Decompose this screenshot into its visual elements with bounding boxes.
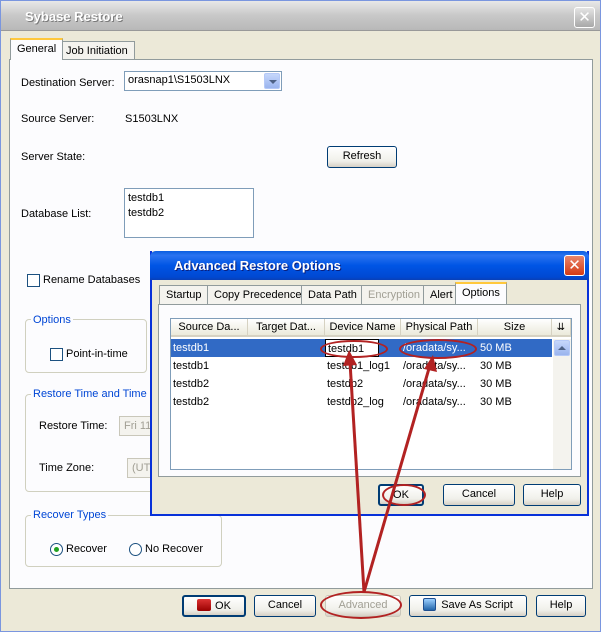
arrowhead-physical-path	[424, 355, 437, 372]
tab-options[interactable]: Options	[455, 282, 507, 304]
annotation-arrow-to-device-name	[348, 361, 366, 593]
annotation-arrows	[343, 350, 437, 593]
annotation-arrow-to-physical-path	[362, 364, 432, 593]
arrowhead-device-name	[343, 350, 357, 366]
tab-general[interactable]: General	[10, 38, 64, 60]
